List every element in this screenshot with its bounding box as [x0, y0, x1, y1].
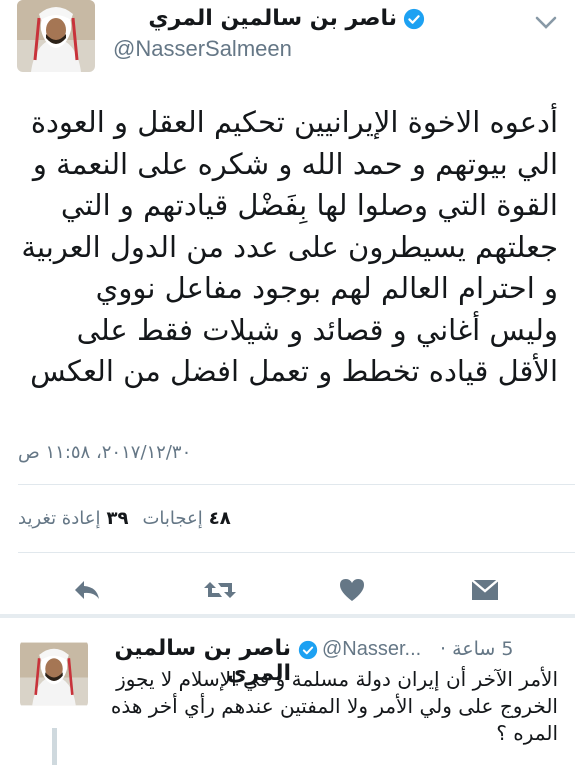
- author-name-row[interactable]: ناصر بن سالمين المري: [148, 6, 425, 31]
- tweet-stats: إعادة تغريد ٣٩ إعجابات ٤٨: [18, 508, 231, 529]
- author-handle[interactable]: @NasserSalmeen: [113, 36, 292, 62]
- chevron-down-icon[interactable]: [533, 10, 559, 36]
- retweet-icon[interactable]: [198, 568, 242, 612]
- tweet-timestamp: ٢٠١٧/١٢/٣٠، ١١:٥٨ ص: [18, 442, 192, 463]
- likes-label: إعجابات: [142, 508, 203, 529]
- envelope-icon[interactable]: [463, 568, 507, 612]
- reply-handle[interactable]: @Nasser...: [322, 638, 421, 661]
- heart-icon[interactable]: [330, 568, 374, 612]
- retweets-count: ٣٩: [106, 508, 129, 529]
- reply-time: 5 ساعة ·: [440, 638, 514, 660]
- divider: [18, 552, 575, 553]
- avatar[interactable]: [17, 0, 95, 72]
- reply-tweet[interactable]: 5 ساعة · @Nasser... ناصر بن سالمين المري…: [0, 618, 575, 765]
- thread-line: [52, 728, 57, 765]
- likes-count: ٤٨: [208, 508, 231, 529]
- reply-header: 5 ساعة · @Nasser... ناصر بن سالمين المري: [96, 636, 555, 686]
- avatar[interactable]: [20, 640, 88, 708]
- verified-badge-icon: [298, 640, 318, 660]
- author-name[interactable]: ناصر بن سالمين المري: [148, 6, 397, 31]
- divider: [18, 484, 575, 485]
- verified-badge-icon: [403, 8, 425, 30]
- likes-stat[interactable]: إعجابات ٤٨: [142, 508, 230, 529]
- reply-text: الأمر الآخر أن إيران دولة مسلمة و في الإ…: [110, 667, 558, 745]
- tweet-text: أدعوه الاخوة الإيرانيين تحكيم العقل و ال…: [21, 105, 558, 388]
- reply-icon[interactable]: [65, 568, 109, 612]
- retweets-label: إعادة تغريد: [18, 508, 101, 529]
- tweet-actions: [0, 568, 575, 612]
- tweet-header: ناصر بن سالمين المري @NasserSalmeen: [0, 0, 575, 90]
- retweets-stat[interactable]: إعادة تغريد ٣٩: [18, 508, 128, 529]
